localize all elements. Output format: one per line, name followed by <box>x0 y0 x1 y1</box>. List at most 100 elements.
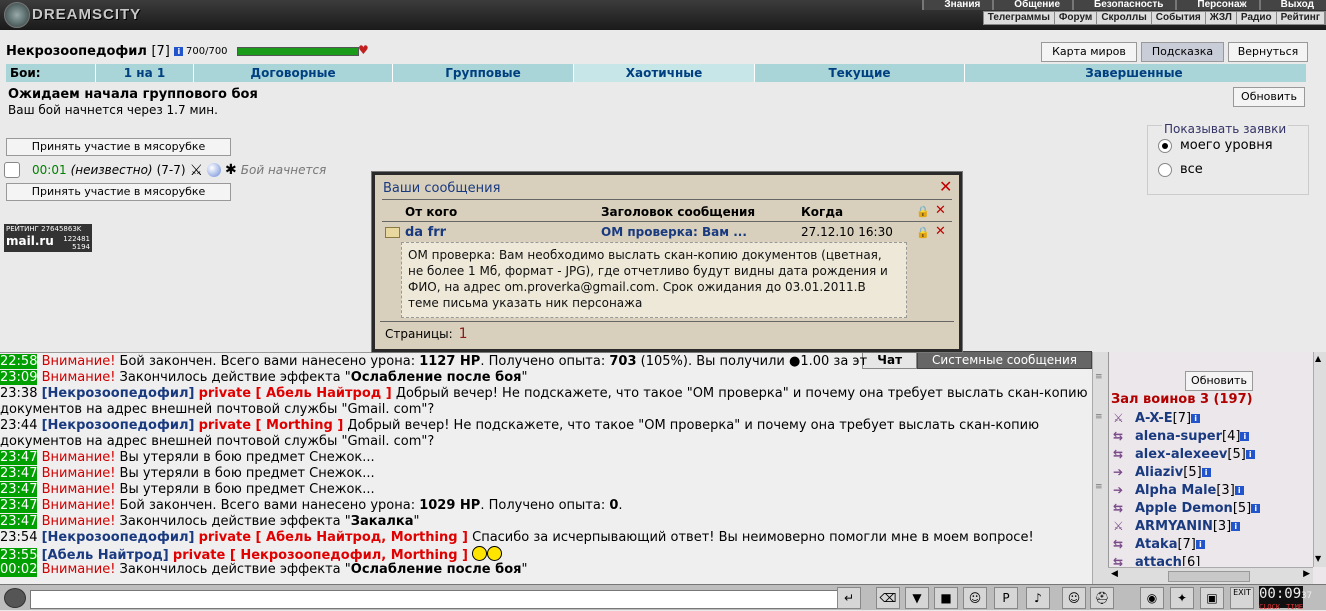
tab-finished[interactable]: Завершенные <box>965 64 1303 82</box>
chat-nick[interactable]: [Абель Найтрод] <box>42 548 169 563</box>
menu-radio[interactable]: Радио <box>1237 12 1277 24</box>
user-entry[interactable]: ⇆ Apple Demon[5] i <box>1113 501 1261 516</box>
tab-chat[interactable]: Чат <box>862 351 918 369</box>
page-link[interactable]: 1 <box>459 326 468 342</box>
filter-icon[interactable]: ▼ <box>905 587 929 609</box>
battle-select-radio[interactable] <box>4 162 20 178</box>
logo[interactable]: DREAMSCITY <box>2 0 152 30</box>
menu-zhzl[interactable]: ЖЗЛ <box>1206 12 1237 24</box>
info-icon[interactable]: i <box>1231 522 1241 531</box>
sound-icon[interactable]: ♪ <box>1026 587 1050 609</box>
accept-battle-button-2[interactable]: Принять участие в мясорубке <box>6 183 231 201</box>
tab-system-messages[interactable]: Системные сообщения <box>917 351 1092 369</box>
menu-telegrams[interactable]: Телеграммы <box>984 12 1055 24</box>
scroll-left-icon[interactable]: ◀ <box>1111 569 1118 579</box>
scroll-right-icon[interactable]: ▶ <box>1303 569 1310 579</box>
user-name[interactable]: Ataka <box>1135 537 1177 552</box>
user-entry[interactable]: ➔ Alpha Male[3] i <box>1113 483 1244 498</box>
world-map-button[interactable]: Карта миров <box>1041 42 1137 62</box>
user-entry[interactable]: ⇆ Ataka[7] i <box>1113 537 1205 552</box>
user-name[interactable]: Apple Demon <box>1135 501 1233 516</box>
menu-rating[interactable]: Рейтинг <box>1277 12 1325 24</box>
userlist-hscrollbar[interactable]: ◀ ▶ <box>1108 567 1313 584</box>
info-icon[interactable]: i <box>1191 414 1201 423</box>
info-icon[interactable]: i <box>1234 486 1244 495</box>
all-radio[interactable] <box>1158 162 1172 177</box>
delete-icon[interactable]: ✕ <box>935 224 946 239</box>
chat-nick[interactable]: [Некрозоопедофил] <box>42 418 195 433</box>
character-name[interactable]: Некрозоопедофил [7] i <box>6 44 184 59</box>
message-from[interactable]: da frr <box>405 225 446 240</box>
user-entry[interactable]: ⇆ attach[6] <box>1113 555 1200 566</box>
helmet-icon[interactable]: ⛑ <box>1090 587 1114 609</box>
lock-all-icon[interactable]: 🔒 <box>916 205 930 218</box>
smiley-menu-icon[interactable]: ☺ <box>1062 587 1086 609</box>
exit-icon[interactable]: EXIT <box>1230 587 1254 609</box>
back-button[interactable]: Вернуться <box>1228 42 1308 62</box>
character-name-text[interactable]: Некрозоопедофил <box>6 44 147 59</box>
save-icon[interactable]: ■ <box>934 587 958 609</box>
info-icon[interactable]: i <box>1245 450 1255 459</box>
menu-knowledge[interactable]: Знания <box>922 0 993 10</box>
eraser-icon[interactable]: ⌫ <box>876 587 900 609</box>
user-entry[interactable]: ⚔ ARMYANIN[3] i <box>1113 519 1241 534</box>
menu-security[interactable]: Безопасность <box>1072 0 1176 10</box>
user-entry[interactable]: ⚔ A-X-E[7] i <box>1113 411 1201 426</box>
user-name[interactable]: Aliaziv <box>1135 465 1183 480</box>
my-level-radio[interactable] <box>1158 138 1172 153</box>
tab-contract[interactable]: Договорные <box>194 64 393 82</box>
tab-group[interactable]: Групповые <box>393 64 574 82</box>
menu-exit[interactable]: Выход <box>1258 0 1326 10</box>
close-icon[interactable]: ✕ <box>939 177 952 196</box>
info-icon[interactable]: i <box>1251 504 1261 513</box>
info-icon[interactable]: i <box>1240 432 1250 441</box>
chat-scrollbar[interactable]: ≡ ≡ ≡ <box>1092 352 1109 584</box>
hscroll-thumb[interactable] <box>1168 571 1250 582</box>
chat-nick[interactable]: [Некрозоопедофил] <box>42 530 195 545</box>
inventory-icon[interactable]: ▣ <box>1200 587 1224 609</box>
user-entry[interactable]: ⇆ alena-super[4] i <box>1113 429 1250 444</box>
dragon-icon[interactable]: ✦ <box>1170 587 1194 609</box>
rating-badge[interactable]: РЕЙТИНГ 27645863K mail.ru 122481 5194 <box>4 224 92 252</box>
chat-private[interactable]: private [ Абель Найтрод, Morthing ] <box>199 530 468 545</box>
person-icon[interactable]: ☺ <box>963 587 987 609</box>
user-name[interactable]: alena-super <box>1135 429 1222 444</box>
tab-current[interactable]: Текущие <box>755 64 965 82</box>
settings-icon[interactable] <box>4 588 26 608</box>
userlist-scrollbar[interactable]: ▲ ▼ <box>1313 352 1326 567</box>
chat-private[interactable]: private [ Некрозоопедофил, Morthing ] <box>173 548 468 563</box>
menu-character[interactable]: Персонаж <box>1175 0 1259 10</box>
user-name[interactable]: attach <box>1135 555 1182 566</box>
refresh-button[interactable]: Обновить <box>1233 87 1305 107</box>
menu-events[interactable]: События <box>1152 12 1206 24</box>
user-name[interactable]: alex-alexeev <box>1135 447 1227 462</box>
menu-communication[interactable]: Общение <box>992 0 1072 10</box>
private-icon[interactable]: P <box>994 587 1018 609</box>
accept-battle-button[interactable]: Принять участие в мясорубке <box>6 138 231 156</box>
chat-private[interactable]: private [ Абель Найтрод ] <box>199 386 392 401</box>
info-icon[interactable]: i <box>174 47 184 56</box>
delete-all-icon[interactable]: ✕ <box>935 203 946 218</box>
hint-button[interactable]: Подсказка <box>1141 42 1224 62</box>
tab-one-on-one[interactable]: 1 на 1 <box>96 64 194 82</box>
userlist-refresh-button[interactable]: Обновить <box>1185 371 1253 391</box>
chat-private[interactable]: private [ Morthing ] <box>199 418 344 433</box>
tab-chaotic[interactable]: Хаотичные <box>574 64 755 82</box>
scroll-down-icon[interactable]: ▼ <box>1315 554 1321 563</box>
menu-forum[interactable]: Форум <box>1055 12 1098 24</box>
user-entry[interactable]: ⇆ alex-alexeev[5] i <box>1113 447 1255 462</box>
message-subject[interactable]: ОМ проверка: Вам ... <box>601 225 747 239</box>
lock-icon[interactable]: 🔒 <box>916 226 930 239</box>
user-name[interactable]: ARMYANIN <box>1135 519 1213 534</box>
send-icon[interactable]: ↵ <box>837 587 861 609</box>
user-name[interactable]: A-X-E <box>1135 411 1173 426</box>
info-icon[interactable]: i <box>1201 468 1211 477</box>
bag-icon[interactable]: ◉ <box>1140 587 1164 609</box>
user-entry[interactable]: ➔ Aliaziv[5] i <box>1113 465 1211 480</box>
user-name[interactable]: Alpha Male <box>1135 483 1216 498</box>
info-icon[interactable]: i <box>1195 540 1205 549</box>
chat-nick[interactable]: [Некрозоопедофил] <box>42 386 195 401</box>
menu-scrolls[interactable]: Скроллы <box>1097 12 1152 24</box>
scroll-up-icon[interactable]: ▲ <box>1315 354 1321 363</box>
chat-input[interactable] <box>30 590 840 609</box>
